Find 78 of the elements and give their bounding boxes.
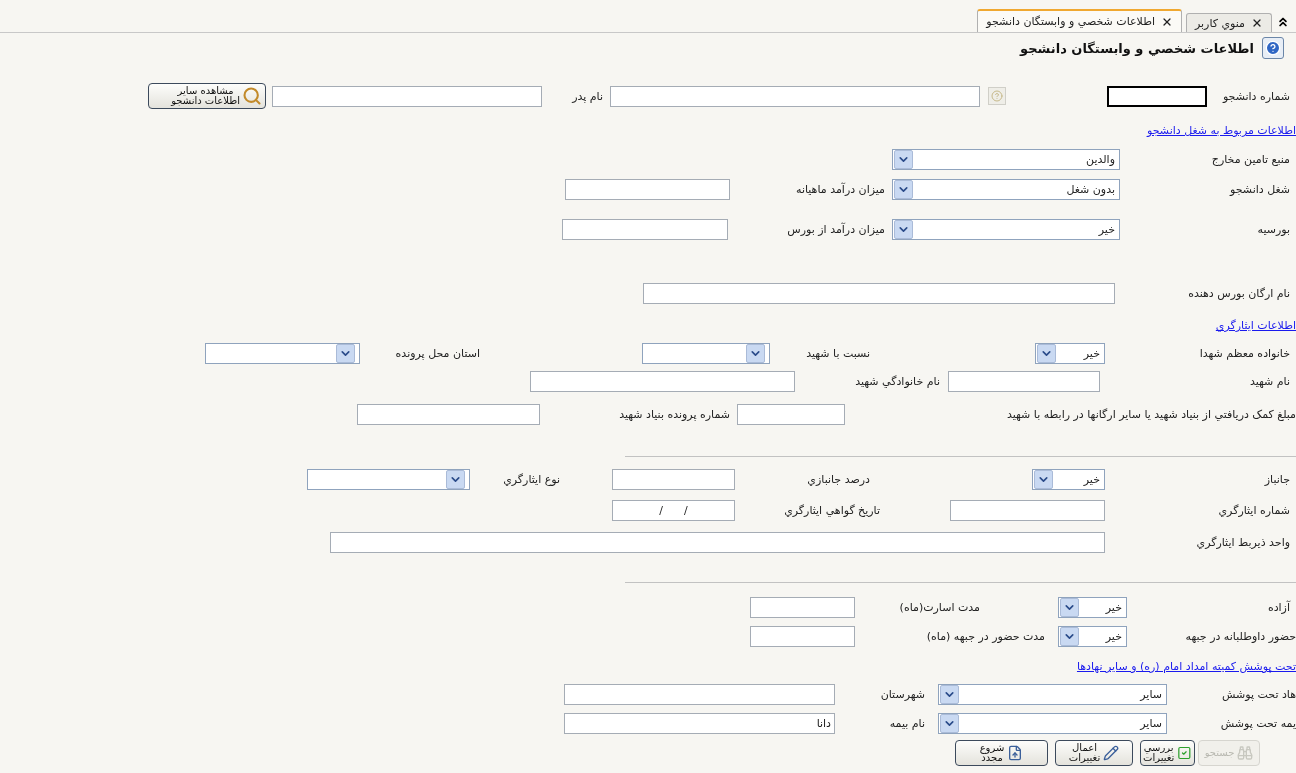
field-label: واحد ذيربط ايثارگري xyxy=(1195,535,1290,549)
input-field[interactable] xyxy=(750,625,855,647)
field-label: نام شهيد xyxy=(1248,374,1290,388)
input-field[interactable] xyxy=(530,370,795,392)
checkmark-icon xyxy=(1177,745,1192,761)
view-student-info-button[interactable]: مشاهده ساير اطلاعات دانشجو xyxy=(148,83,266,109)
input-field[interactable] xyxy=(330,531,1105,553)
field-label: شماره دانشجو xyxy=(1221,89,1290,103)
section-link[interactable]: اطلاعات ايثارگري xyxy=(1215,318,1296,334)
field-label: نسبت با شهيد xyxy=(805,346,870,360)
pencil-icon xyxy=(1103,745,1120,761)
dropdown[interactable]: خير xyxy=(892,218,1120,240)
dropdown[interactable] xyxy=(307,468,470,490)
input-field[interactable] xyxy=(737,403,845,425)
section-link[interactable]: اطلاعات مربوط به شغل دانشجو xyxy=(1147,123,1296,139)
input-field[interactable] xyxy=(750,596,855,618)
input-field[interactable] xyxy=(357,403,540,425)
field-label: تاريخ گواهي ايثارگري xyxy=(783,503,880,517)
dropdown[interactable]: خير xyxy=(1032,468,1105,490)
field-label: مدت حضور در جبهه (ماه) xyxy=(925,629,1045,643)
field-label: منبع تامين مخارج xyxy=(1210,152,1290,166)
field-label: حضور داوطلبانه در جبهه xyxy=(1184,629,1296,643)
field-label: شماره ايثارگري xyxy=(1217,503,1290,517)
dropdown[interactable]: خير xyxy=(1058,625,1127,647)
field-label: مدت اسارت(ماه) xyxy=(898,600,980,614)
collapse-icon[interactable] xyxy=(1276,15,1290,29)
help-button[interactable] xyxy=(1262,37,1284,59)
input-field[interactable] xyxy=(1107,85,1207,107)
section-link[interactable]: تحت پوشش كميته امداد امام (ره) و ساير نهادها xyxy=(1076,659,1296,675)
field-label: ميزان درآمد از بورس xyxy=(786,222,885,236)
field-label: نام ارگان بورس دهنده xyxy=(1187,286,1290,300)
field-label: يمه تحت پوشش xyxy=(1219,716,1296,730)
search-icon xyxy=(242,86,262,106)
date-field[interactable]: / / xyxy=(612,499,735,521)
action-button[interactable]: بررسي تغييرات xyxy=(1140,740,1195,766)
field-label: نام بيمه xyxy=(888,716,925,730)
input-field[interactable] xyxy=(948,370,1100,392)
input-field[interactable] xyxy=(612,468,735,490)
dropdown[interactable]: خير xyxy=(1058,596,1127,618)
dropdown[interactable]: خير xyxy=(1035,342,1105,364)
field-label: هاد تحت پوشش xyxy=(1221,687,1296,701)
file-arrow-icon xyxy=(1007,745,1024,761)
field-label: خانواده معظم شهدا xyxy=(1198,346,1290,360)
binoculars-icon xyxy=(1237,745,1254,761)
field-label: ميزان درآمد ماهيانه xyxy=(795,182,885,196)
input-field[interactable]: دانا xyxy=(564,712,835,734)
field-label: جانباز xyxy=(1263,472,1290,486)
field-label: نام خانوادگي شهيد xyxy=(854,374,940,388)
input-field[interactable] xyxy=(564,683,835,705)
action-button[interactable]: شروع مجدد xyxy=(955,740,1048,766)
dropdown[interactable] xyxy=(642,342,770,364)
page-title: اطلاعات شخصي و وابستگان دانشجو xyxy=(1020,40,1254,56)
input-field[interactable] xyxy=(950,499,1105,521)
dropdown[interactable]: ساير xyxy=(938,712,1167,734)
field-label: مبلغ کمک دريافتي از بنياد شهيد يا ساير ارگانها در رابطه با شهيد xyxy=(1005,407,1296,421)
input-field[interactable] xyxy=(562,218,728,240)
input-field[interactable] xyxy=(643,282,1115,304)
action-button[interactable]: اعمال تغييرات xyxy=(1055,740,1133,766)
input-field[interactable] xyxy=(565,178,730,200)
field-label: بورسيه xyxy=(1256,222,1290,236)
input-field[interactable] xyxy=(610,85,980,107)
field-label: شغل دانشجو xyxy=(1228,182,1290,196)
dropdown[interactable]: ساير xyxy=(938,683,1167,705)
field-label: نوع ايثارگري xyxy=(502,472,560,486)
help-icon[interactable] xyxy=(988,87,1006,105)
field-label: شهرستان xyxy=(879,687,925,701)
tab[interactable]: منوي كاربر xyxy=(1185,13,1272,32)
field-label: نام پدر xyxy=(570,89,603,103)
close-icon[interactable] xyxy=(1251,17,1263,29)
tab[interactable]: اطلاعات شخصي و وابستگان دانشجو xyxy=(977,9,1182,32)
dropdown[interactable]: بدون شغل xyxy=(892,178,1120,200)
field-label: درصد جانبازي xyxy=(806,472,870,486)
field-label: آزاده xyxy=(1266,600,1290,614)
dropdown[interactable]: والدين xyxy=(892,148,1120,170)
field-label: شماره پرونده بنياد شهيد xyxy=(618,407,730,421)
field-label: استان محل پرونده xyxy=(394,346,480,360)
dropdown[interactable] xyxy=(205,342,360,364)
input-field[interactable] xyxy=(272,85,542,107)
